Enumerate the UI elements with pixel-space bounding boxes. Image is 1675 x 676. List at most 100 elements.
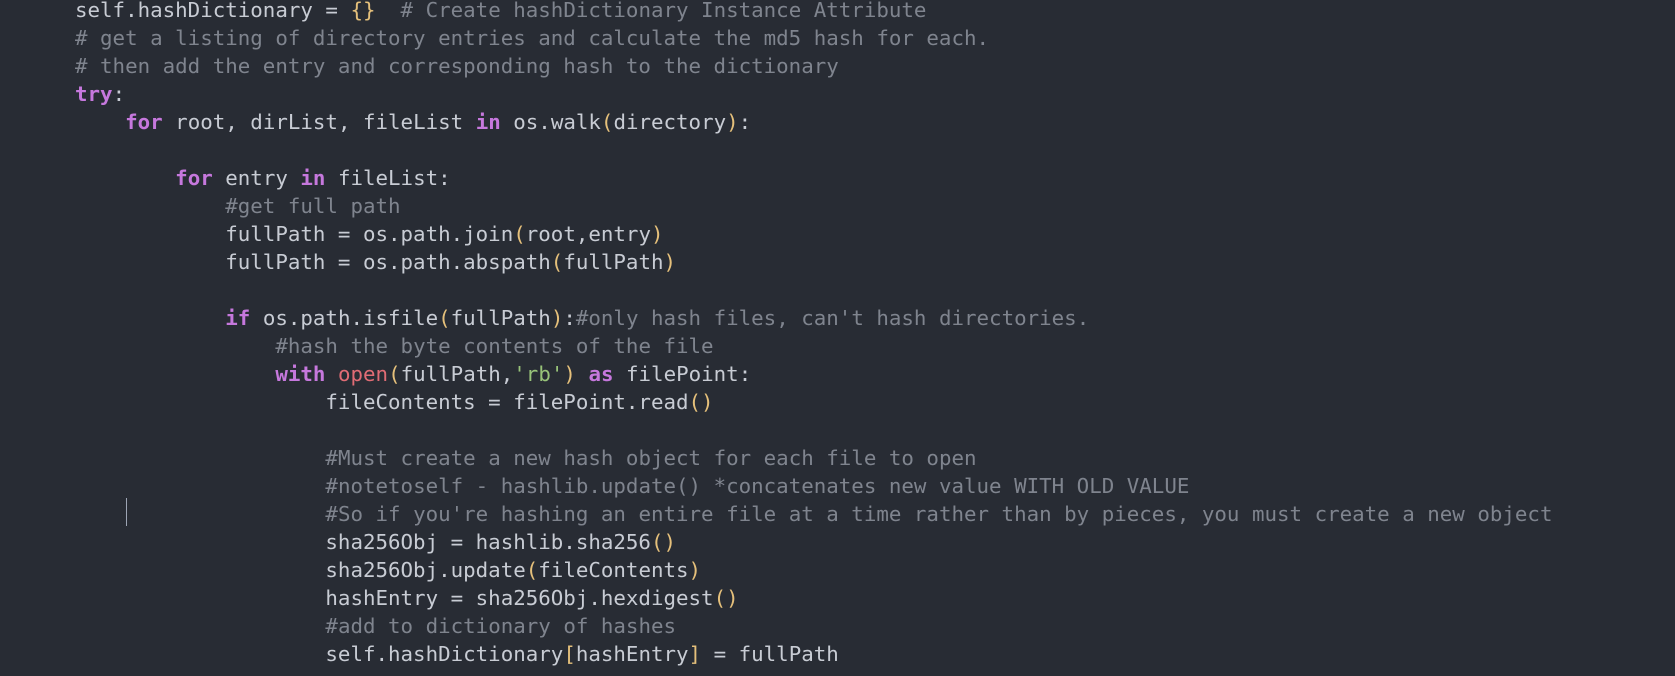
code-area[interactable]: self.hashDictionary = {} # Create hashDi… [75,0,1552,668]
comment-token: # get a listing of directory entries and… [75,26,990,50]
code-line[interactable]: self.hashDictionary = {} # Create hashDi… [75,0,1552,24]
code-line[interactable]: # get a listing of directory entries and… [75,24,1552,52]
code-line[interactable]: with open(fullPath,'rb') as filePoint: [75,360,1552,388]
builtin-token: open [337,362,389,386]
code-token: : [738,110,752,134]
code-line[interactable]: for root, dirList, fileList in os.walk(d… [75,108,1552,136]
code-token: fullPath, [400,362,514,386]
code-line[interactable]: sha256Obj.update(fileContents) [75,556,1552,584]
bracket-token: ] [688,642,702,666]
code-token: fileContents = filePoint.read [75,390,689,414]
code-line[interactable]: #So if you're hashing an entire file at … [75,500,1552,528]
comment-token: #So if you're hashing an entire file at … [325,502,1553,526]
code-token: root,entry [525,222,651,246]
bracket-token: ) [726,110,739,134]
keyword-token: as [588,362,614,386]
code-token: self.hashDictionary [75,642,564,666]
bracket-token: ) [550,306,564,330]
code-token: fullPath = os.path.abspath [75,250,551,274]
code-line[interactable]: #hash the byte contents of the file [75,332,1552,360]
bracket-token: ( [525,558,539,582]
code-token: sha256Obj = hashlib.sha256 [75,530,651,554]
code-line[interactable]: #add to dictionary of hashes [75,612,1552,640]
comment-token: # Create hashDictionary Instance Attribu… [375,0,927,22]
bracket-token: ( [550,250,564,274]
bracket-token: {} [350,0,376,22]
code-token: : [112,82,126,106]
bracket-token: ) [663,250,677,274]
code-line[interactable]: for entry in fileList: [75,164,1552,192]
code-line[interactable]: fullPath = os.path.join(root,entry) [75,220,1552,248]
bracket-token: ) [563,362,576,386]
code-line[interactable]: try: [75,80,1552,108]
comment-token: #Must create a new hash object for each … [325,446,977,470]
keyword-token: for [175,166,213,190]
code-line[interactable]: hashEntry = sha256Obj.hexdigest() [75,584,1552,612]
code-token: root, dirList, fileList [162,110,476,134]
bracket-token: ( [388,362,401,386]
comment-token: #get full path [225,194,401,218]
code-line[interactable]: fullPath = os.path.abspath(fullPath) [75,248,1552,276]
bracket-token: ) [650,222,664,246]
bracket-token: ( [438,306,451,330]
bracket-token: () [688,390,714,414]
keyword-token: with [275,362,326,386]
code-line[interactable]: fileContents = filePoint.read() [75,388,1552,416]
code-line[interactable]: self.hashDictionary[hashEntry] = fullPat… [75,640,1552,668]
bracket-token: () [713,586,739,610]
code-token: filePoint: [613,362,752,386]
bracket-token: ( [513,222,526,246]
bracket-token: ( [600,110,614,134]
code-token: fileList: [325,166,451,190]
comment-token: # then add the entry and corresponding h… [75,54,839,78]
keyword-token: for [125,110,163,134]
comment-token: #hash the byte contents of the file [275,334,714,358]
code-line[interactable]: # then add the entry and corresponding h… [75,52,1552,80]
code-token: fullPath [450,306,551,330]
code-line[interactable]: if os.path.isfile(fullPath):#only hash f… [75,304,1552,332]
bracket-token: () [650,530,677,554]
keyword-token: in [300,166,326,190]
keyword-token: if [225,306,251,330]
code-line[interactable]: sha256Obj = hashlib.sha256() [75,528,1552,556]
code-line[interactable] [75,136,1552,164]
comment-token: #only hash files, can't hash directories… [575,306,1090,330]
code-line[interactable]: #get full path [75,192,1552,220]
code-token: = fullPath [701,642,839,666]
code-token: directory [613,110,727,134]
code-token: os.walk [500,110,601,134]
code-editor[interactable]: self.hashDictionary = {} # Create hashDi… [0,0,1675,676]
comment-token: #add to dictionary of hashes [325,614,677,638]
text-cursor [126,498,127,526]
code-token: fileContents [538,558,689,582]
code-token: fullPath = os.path.join [75,222,514,246]
code-line[interactable] [75,416,1552,444]
keyword-token: in [475,110,501,134]
code-token: : [563,306,576,330]
bracket-token: ) [688,558,702,582]
code-line[interactable]: #Must create a new hash object for each … [75,444,1552,472]
string-token: 'rb' [513,362,564,386]
code-token: hashEntry [575,642,689,666]
code-token: fullPath [563,250,664,274]
code-line[interactable] [75,276,1552,304]
code-token: sha256Obj.update [75,558,526,582]
comment-token: #notetoself - hashlib.update() *concaten… [325,474,1190,498]
bracket-token: [ [563,642,576,666]
code-token: hashEntry = sha256Obj.hexdigest [75,586,714,610]
code-token: self.hashDictionary = [75,0,351,22]
code-line[interactable]: #notetoself - hashlib.update() *concaten… [75,472,1552,500]
keyword-token: try [75,82,113,106]
